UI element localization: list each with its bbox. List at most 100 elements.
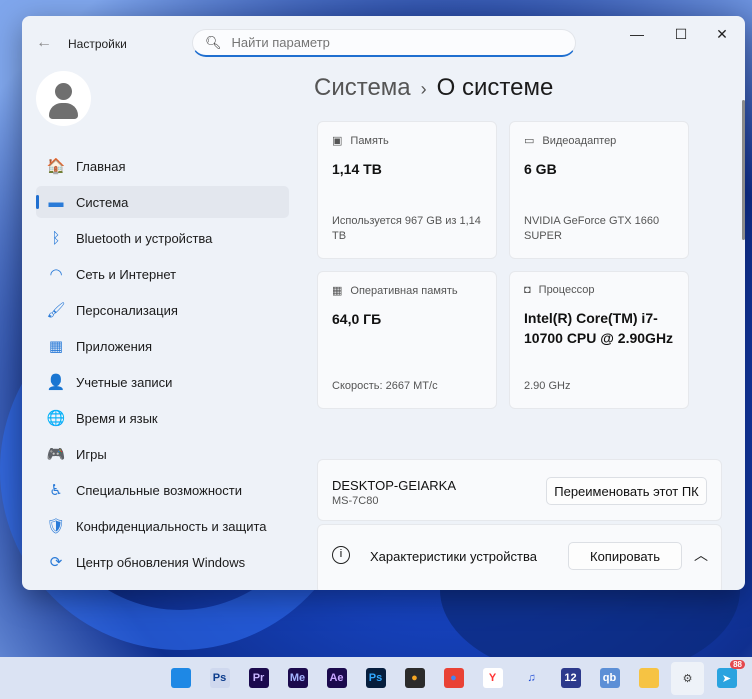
close-button[interactable]: ✕ <box>707 26 737 43</box>
sidebar-nav: 🏠 Главная ▬ Система ᛒ Bluetooth и устройства ◠… <box>36 150 289 582</box>
taskbar-audacity-button[interactable]: ♫ <box>515 662 548 695</box>
spec-card: ▣ Память 1,14 TB Используется 967 GB из 1… <box>317 121 497 259</box>
page-title: О системе <box>436 74 554 101</box>
card-value: Intel(R) Core(TM) i7-10700 CPU @ 2.90GHz <box>524 310 674 346</box>
taskbar-start-button[interactable] <box>164 662 197 695</box>
wifi-icon: ◠ <box>49 266 63 283</box>
taskbar: Ps Pr Me Ae Ps ● ● Y ♫ 12 qb ⚙ ➤ 88 <box>0 657 752 699</box>
sidebar-item-3[interactable]: ◠ Сеть и Интернет <box>36 258 289 290</box>
update-icon: ⟳ <box>49 554 63 571</box>
device-specs-card[interactable]: i Характеристики устройства Копировать ︿ <box>317 524 722 590</box>
sidebar-item-label: Центр обновления Windows <box>76 554 246 570</box>
sidebar-item-label: Приложения <box>76 338 153 354</box>
bluetooth-icon: ᛒ <box>51 229 61 247</box>
storage-icon: ▣ <box>332 135 343 147</box>
card-label: Оперативная память <box>350 284 458 297</box>
davinci-icon: ● <box>404 668 425 688</box>
settings-icon: ⚙ <box>677 668 698 688</box>
sidebar-item-label: Время и язык <box>76 410 158 426</box>
app-title: Настройки <box>68 37 127 51</box>
card-value: 6 GB <box>524 161 557 177</box>
ram-icon: ▦ <box>332 285 343 297</box>
minimize-button[interactable]: — <box>622 26 652 42</box>
card-detail: Скорость: 2667 MT/с <box>332 380 438 392</box>
telegram-icon: ➤ <box>716 668 737 688</box>
search-icon: 🔍︎ <box>205 34 222 50</box>
shield-icon: 🛡 <box>46 518 66 535</box>
device-name-card: DESKTOP-GEIARKA MS-7C80 Переименовать эт… <box>317 459 722 521</box>
chrome-icon: ● <box>443 668 464 688</box>
taskbar-yandex-button[interactable]: Y <box>476 662 509 695</box>
file-explorer-icon <box>638 668 659 688</box>
apps-icon: ▦ <box>48 338 64 355</box>
scrollbar[interactable] <box>742 100 745 240</box>
photoshop-icon: Ps <box>365 668 386 688</box>
chevron-right-icon: › <box>420 79 427 99</box>
sidebar-item-9[interactable]: ♿ Специальные возможности <box>36 474 289 506</box>
rename-pc-button[interactable]: Переименовать этот ПК <box>546 477 707 505</box>
back-arrow-icon[interactable]: ← <box>36 34 52 52</box>
home-icon: 🏠 <box>46 158 66 175</box>
floppy-app-icon: 12 <box>560 668 581 688</box>
spec-card: ▭ Видеоадаптер 6 GB NVIDIA GeForce GTX 16… <box>509 121 689 259</box>
sidebar-item-5[interactable]: ▦ Приложения <box>36 330 289 362</box>
card-detail: 2.90 GHz <box>524 380 571 392</box>
sidebar-item-2[interactable]: ᛒ Bluetooth и устройства <box>36 222 289 254</box>
sidebar-item-label: Учетные записи <box>76 374 173 390</box>
taskbar-premiere-button[interactable]: Pr <box>242 662 275 695</box>
sidebar-item-label: Игры <box>76 446 107 462</box>
accessibility-icon: ♿ <box>49 482 63 499</box>
spec-card: ◘ Процессор Intel(R) Core(TM) i7-10700 CP… <box>509 271 689 409</box>
sidebar-item-7[interactable]: 🌐 Время и язык <box>36 402 289 434</box>
card-value: 1,14 TB <box>332 161 382 177</box>
sidebar-item-label: Bluetooth и устройства <box>76 230 213 246</box>
sidebar-item-8[interactable]: 🎮 Игры <box>36 438 289 470</box>
premiere-icon: Pr <box>248 668 269 688</box>
cpu-icon: ◘ <box>524 284 531 296</box>
globe-clock-icon: 🌐 <box>46 410 66 427</box>
spec-card: ▦ Оперативная память 64,0 ГБ Скорость: 26… <box>317 271 497 409</box>
notification-badge: 88 <box>730 659 745 669</box>
sidebar-item-label: Персонализация <box>76 302 178 318</box>
breadcrumb-parent[interactable]: Система <box>314 74 411 101</box>
sidebar-item-label: Главная <box>76 158 126 174</box>
after-effects-icon: Ae <box>326 668 347 688</box>
card-detail: NVIDIA GeForce GTX 1660 SUPER <box>524 215 660 242</box>
avatar[interactable] <box>36 71 91 126</box>
photoshop-old-icon: Ps <box>209 668 230 688</box>
taskbar-qbittorrent-button[interactable]: qb <box>593 662 626 695</box>
sidebar-item-10[interactable]: 🛡 Конфиденциальность и защита <box>36 510 289 542</box>
sidebar-item-1[interactable]: ▬ Система <box>36 186 289 218</box>
taskbar-photoshop-button[interactable]: Ps <box>359 662 392 695</box>
search-input[interactable] <box>231 35 552 50</box>
card-label: Процессор <box>538 284 595 296</box>
qbittorrent-icon: qb <box>599 668 620 688</box>
account-icon: 👤 <box>46 374 66 391</box>
copy-button[interactable]: Копировать <box>568 542 682 570</box>
taskbar-telegram-button[interactable]: ➤ 88 <box>710 659 745 695</box>
sidebar-item-label: Сеть и Интернет <box>76 266 177 282</box>
card-label: Память <box>350 134 389 147</box>
taskbar-davinci-button[interactable]: ● <box>398 662 431 695</box>
specs-title: Характеристики устройства <box>370 549 537 564</box>
taskbar-file-explorer-button[interactable] <box>632 662 665 695</box>
sidebar-item-4[interactable]: 🖌 Персонализация <box>36 294 289 326</box>
search-box[interactable]: 🔍︎ <box>192 29 576 57</box>
taskbar-chrome-button[interactable]: ● <box>437 662 470 695</box>
taskbar-photoshop-old-button[interactable]: Ps <box>203 662 236 695</box>
gamepad-icon: 🎮 <box>46 446 66 463</box>
breadcrumb: Система › О системе <box>314 74 553 102</box>
taskbar-floppy-app-button[interactable]: 12 <box>554 662 587 695</box>
chevron-up-icon[interactable]: ︿ <box>694 545 708 565</box>
sidebar-item-0[interactable]: 🏠 Главная <box>36 150 289 182</box>
sidebar-item-11[interactable]: ⟳ Центр обновления Windows <box>36 546 289 578</box>
taskbar-settings-button[interactable]: ⚙ <box>671 661 704 695</box>
gpu-icon: ▭ <box>524 135 535 147</box>
taskbar-after-effects-button[interactable]: Ae <box>320 662 353 695</box>
card-detail: Используется 967 GB из 1,14 TB <box>332 215 481 242</box>
system-icon: ▬ <box>48 193 64 211</box>
taskbar-media-encoder-button[interactable]: Me <box>281 662 314 695</box>
maximize-button[interactable]: ☐ <box>666 26 696 43</box>
sidebar-item-label: Специальные возможности <box>76 482 242 498</box>
sidebar-item-6[interactable]: 👤 Учетные записи <box>36 366 289 398</box>
